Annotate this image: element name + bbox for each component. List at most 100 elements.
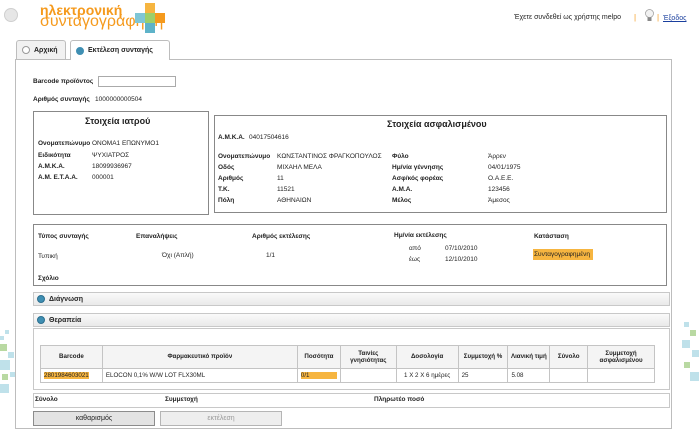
header-separator: | — [634, 13, 637, 22]
barcode-cell: 2801984603021 — [40, 368, 103, 383]
insured-name-value: ΚΩΝΣΤΑΝΤΙΝΟΣ ΦΡΑΓΚΟΠΟΥΛΟΣ — [277, 153, 382, 160]
therapy-section-header[interactable]: Θεραπεία — [33, 313, 670, 327]
therapy-section-label: Θεραπεία — [49, 316, 82, 324]
insured-ama-value: 123456 — [488, 186, 510, 193]
home-circle-icon — [4, 8, 18, 22]
logged-in-text: Έχετε συνδεθεί ως χρήστης melpo — [514, 14, 621, 21]
deco-square — [682, 340, 690, 348]
insured-zip-label: Τ.Κ. — [218, 186, 230, 193]
participation-label: Συμμετοχή — [165, 396, 198, 403]
deco-square — [690, 372, 699, 381]
insured-name-label: Ονοματεπώνυμο — [218, 153, 271, 160]
tab-home-label: Αρχική — [34, 46, 58, 54]
insured-panel-title: Στοιχεία ασφαλισμένου — [387, 119, 487, 129]
total-cell — [549, 368, 589, 383]
deco-square — [0, 360, 10, 370]
execute-button[interactable]: εκτέλεση — [160, 411, 282, 426]
col-header: Συμμετοχή % — [457, 345, 509, 369]
to-date-value: 12/10/2010 — [445, 256, 478, 263]
status-label: Κατάσταση — [534, 233, 569, 240]
diagnosis-section-header[interactable]: Διάγνωση — [33, 292, 670, 306]
quantity-cell[interactable]: 0/1 — [296, 368, 341, 383]
status-badge: Συνταγογραφημένη — [533, 249, 593, 260]
insured-number-label: Αριθμός — [218, 175, 244, 182]
insured-amka-label: Α.Μ.Κ.Α. — [218, 134, 245, 141]
repeat-label: Επαναλήψεις — [136, 233, 178, 240]
total-label: Σύνολο — [35, 396, 58, 403]
insured-member-label: Μέλος — [392, 197, 412, 204]
header-separator-2: | — [657, 13, 660, 22]
insured-ama-label: Α.Μ.Α. — [392, 186, 413, 193]
exec-number-label: Αριθμός εκτέλεσης — [252, 233, 311, 240]
barcode-value: 2801984603021 — [44, 372, 89, 379]
prescription-number-label: Αριθμός συνταγής — [33, 96, 90, 103]
doctor-etaa-label: Α.Μ. Ε.Τ.Α.Α. — [38, 174, 78, 181]
authenticity-strips-cell — [339, 368, 397, 383]
doctor-specialty-label: Ειδικότητα — [38, 152, 71, 159]
diagnosis-section-label: Διάγνωση — [49, 295, 84, 303]
expand-icon — [37, 295, 45, 303]
deco-square — [8, 352, 14, 358]
tab-execute-label: Εκτέλεση συνταγής — [88, 47, 153, 54]
col-header: Σύνολο — [549, 345, 589, 369]
insured-fund-label: Ασφ/κός φορέας — [392, 175, 444, 182]
therapy-table-header: Barcode Φαρμακευτικό προϊόν Ποσότητα Ται… — [40, 345, 655, 369]
totals-bar — [33, 393, 670, 408]
comment-label: Σχόλιο — [38, 275, 59, 282]
expand-icon — [37, 316, 45, 324]
tab-execute-prescription[interactable]: Εκτέλεση συνταγής — [70, 40, 170, 60]
deco-square — [0, 384, 9, 393]
to-label: έως — [409, 256, 421, 263]
deco-square — [0, 336, 4, 340]
insured-city-value: ΑΘΗΝΑΙΩΝ — [277, 197, 312, 204]
prescription-type-label: Τύπος συνταγής — [38, 233, 89, 240]
insured-birthdate-label: Ημ/νία γέννησης — [392, 164, 444, 171]
home-tab-icon — [22, 46, 30, 54]
col-header: Barcode — [40, 345, 103, 369]
deco-square — [2, 374, 8, 380]
deco-square — [684, 322, 689, 327]
doctor-specialty-value: ΨΥΧΙΑΤΡΟΣ — [92, 152, 130, 159]
deco-square — [690, 330, 696, 336]
insured-number-value: 11 — [277, 175, 284, 182]
barcode-input[interactable] — [98, 76, 176, 87]
doctor-amka-value: 18099936967 — [92, 163, 132, 170]
clear-button[interactable]: καθαρισμός — [33, 411, 155, 426]
insured-participation-cell — [587, 368, 655, 383]
table-row[interactable]: 2801984603021 ELOCON 0,1% W/W LOT FLX30M… — [40, 368, 655, 383]
exec-number-value: 1/1 — [266, 252, 276, 259]
barcode-label: Barcode προϊόντος — [33, 78, 94, 85]
col-header: Συμμετοχή ασφαλισμένου — [587, 345, 655, 369]
from-label: από — [409, 245, 421, 252]
insured-street-label: Οδός — [218, 164, 235, 171]
insured-zip-value: 11521 — [277, 186, 295, 193]
col-header: Φαρμακευτικό προϊόν — [101, 345, 298, 369]
retail-price-cell: 5.08 — [507, 368, 551, 383]
dosage-cell: 1 X 2 X 6 ημέρες — [395, 368, 459, 383]
insured-city-label: Πόλη — [218, 197, 235, 204]
deco-square — [0, 344, 7, 351]
doctor-amka-label: Α.Μ.Κ.Α. — [38, 163, 65, 170]
exec-date-label: Ημ/νία εκτέλεσης — [394, 232, 447, 239]
tab-home[interactable]: Αρχική — [16, 40, 66, 59]
insured-gender-value: Άρρεν — [488, 153, 506, 160]
header: ηλεκτρονική συνταγογράφηση Έχετε συνδεθε… — [0, 0, 700, 36]
participation-percent-cell: 25 — [457, 368, 509, 383]
logout-link[interactable]: Έξοδος — [663, 15, 687, 22]
insured-member-value: Άμεσος — [488, 197, 510, 204]
deco-square — [684, 362, 690, 368]
prescription-type-value: Τυπική — [38, 253, 58, 260]
lightbulb-icon — [645, 9, 654, 21]
insured-gender-label: Φύλο — [392, 153, 409, 160]
insured-birthdate-value: 04/01/1975 — [488, 164, 521, 171]
doctor-name-value: ΟΝΟΜΑ1 ΕΠΩΝΥΜΟ1 — [92, 140, 159, 147]
col-header: Ταινίες γνησιότητας — [339, 345, 397, 369]
col-header: Ποσότητα — [296, 345, 341, 369]
therapy-table: Barcode Φαρμακευτικό προϊόν Ποσότητα Ται… — [40, 345, 655, 383]
col-header: Δοσολογία — [395, 345, 459, 369]
prescription-number-value: 1000000000504 — [95, 96, 142, 103]
doctor-panel-title: Στοιχεία ιατρού — [85, 116, 151, 126]
deco-square — [5, 330, 9, 334]
quantity-input[interactable]: 0/1 — [300, 372, 337, 379]
insured-amka-value: 04017504616 — [249, 134, 289, 141]
